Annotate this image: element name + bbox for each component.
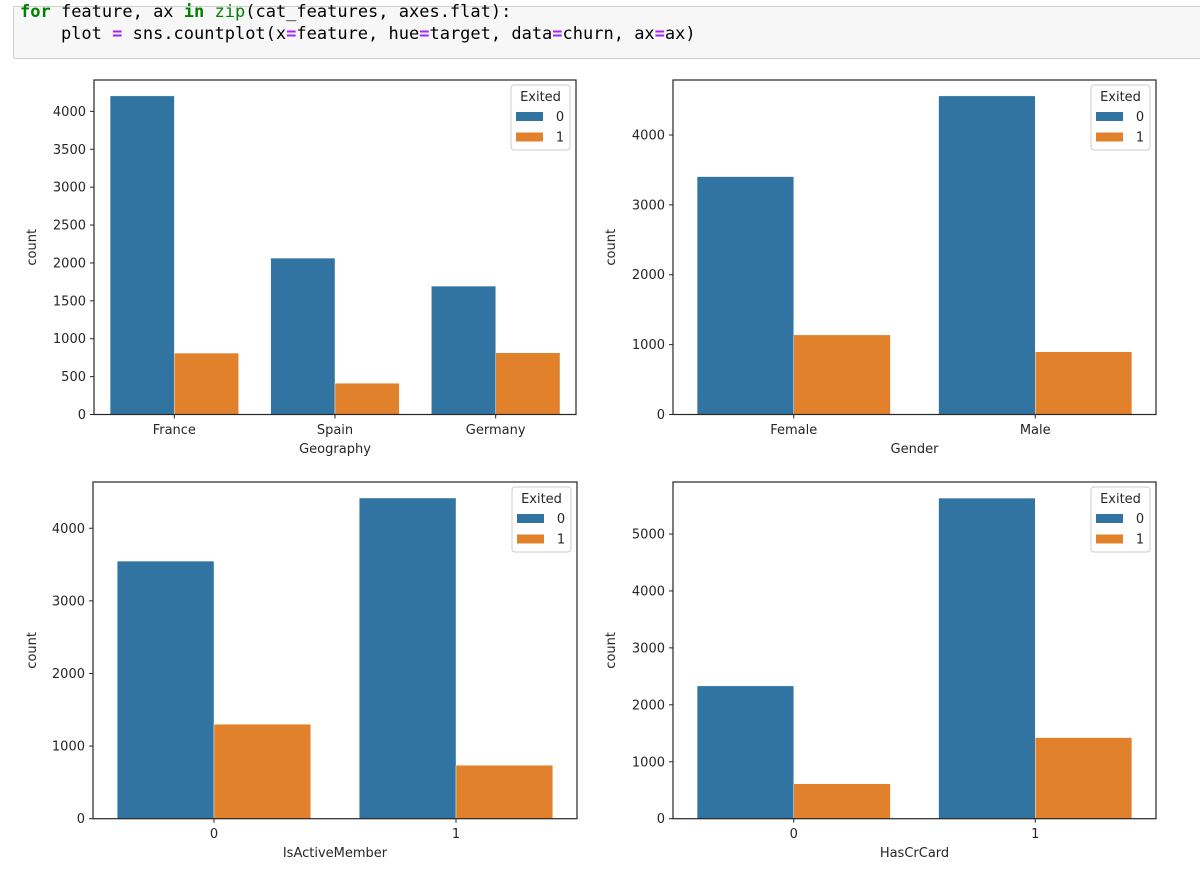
y-tick-label: 3000	[53, 181, 86, 196]
y-tick-label: 0	[657, 812, 665, 827]
bar-1-exited-0	[359, 497, 457, 819]
x-tick-label: Germany	[466, 423, 526, 438]
bar-male-exited-0	[938, 95, 1036, 415]
bar-0-exited-0	[116, 560, 215, 819]
y-tick-label: 4000	[52, 522, 85, 537]
legend-label-0: 0	[1136, 512, 1144, 527]
axes-geography: France Spain Germany 0 500 1000 1500 2000 2500 30…	[25, 79, 577, 457]
y-tick-label: 1000	[632, 338, 665, 353]
bar-0-exited-0	[696, 685, 794, 819]
bar-0-exited-1	[213, 724, 312, 819]
bar-germany-exited-0	[431, 285, 496, 415]
legend-label-1: 1	[557, 533, 565, 548]
legend-swatch-1	[1096, 132, 1123, 142]
axes-isactivemember: 0 1 0 1000 2000 3000 4000 IsActiveMember count Ex…	[25, 481, 578, 861]
x-tick-label: 0	[210, 827, 218, 842]
y-tick-label: 3000	[632, 641, 665, 656]
y-tick-label: 4000	[632, 128, 665, 143]
y-tick-label: 3000	[632, 198, 665, 213]
axes-hascrcard: 0 1 0 1000 2000 3000 4000 5000 HasCrCard count Exi…	[604, 481, 1157, 861]
legend-label-0: 0	[556, 110, 564, 125]
legend-swatch-0	[517, 514, 544, 523]
bar-female-exited-1	[793, 334, 891, 415]
y-tick-label: 2500	[53, 219, 86, 234]
bar-france-exited-0	[109, 95, 175, 415]
y-tick-label: 3000	[52, 594, 85, 609]
y-tick-label: 1500	[53, 294, 86, 309]
bar-france-exited-1	[174, 352, 239, 415]
legend-swatch-0	[516, 112, 543, 121]
y-tick-label: 4000	[632, 584, 665, 599]
legend: Exited 0 1	[1090, 84, 1151, 151]
bar-1-exited-0	[938, 497, 1036, 819]
legend-label-0: 0	[1136, 110, 1144, 125]
y-tick-label: 0	[77, 812, 85, 827]
legend-swatch-0	[1096, 514, 1123, 523]
x-tick-label: Male	[1020, 423, 1051, 438]
x-tick-label: 0	[790, 827, 798, 842]
legend: Exited 0 1	[510, 84, 571, 151]
legend-label-1: 1	[556, 131, 564, 146]
y-tick-label: 2000	[632, 698, 665, 713]
x-axis-label: Geography	[299, 442, 371, 457]
bar-1-exited-1	[1035, 737, 1133, 819]
countplot-figure: France Spain Germany0500100015002000250030…	[25, 79, 1157, 861]
y-tick-label: 0	[657, 408, 665, 423]
x-tick-label: 1	[452, 827, 460, 842]
y-tick-label: 5000	[632, 527, 665, 542]
x-axis-label: HasCrCard	[880, 846, 949, 861]
y-tick-label: 2000	[52, 667, 85, 682]
y-tick-label: 2000	[632, 268, 665, 283]
bar-spain-exited-0	[270, 257, 336, 415]
bar-female-exited-0	[696, 176, 794, 415]
y-tick-label: 0	[78, 408, 86, 423]
bar-male-exited-1	[1035, 351, 1133, 415]
legend-title: Exited	[1100, 492, 1141, 507]
legend-label-1: 1	[1136, 533, 1144, 548]
x-axis-label: Gender	[891, 442, 940, 457]
legend-title: Exited	[1100, 90, 1141, 105]
x-tick-label: Spain	[317, 423, 353, 438]
x-tick-label: Female	[770, 423, 817, 438]
legend-swatch-1	[516, 132, 543, 142]
y-tick-label: 2000	[53, 256, 86, 271]
legend-swatch-0	[1096, 112, 1123, 121]
legend-label-0: 0	[557, 512, 565, 527]
legend: Exited 0 1	[1090, 486, 1151, 553]
x-axis-label: IsActiveMember	[283, 846, 388, 861]
y-tick-label: 1000	[632, 755, 665, 770]
y-axis-label: count	[25, 632, 40, 669]
y-axis-label: count	[604, 229, 619, 266]
y-tick-label: 500	[61, 370, 86, 385]
legend: Exited 0 1	[511, 486, 572, 553]
y-tick-label: 3500	[53, 143, 86, 158]
bar-0-exited-1	[793, 783, 891, 819]
y-axis-label: count	[25, 229, 40, 266]
bar-germany-exited-1	[495, 352, 561, 415]
bar-1-exited-1	[455, 765, 554, 819]
y-axis-label: count	[604, 632, 619, 669]
y-tick-label: 1000	[53, 332, 86, 347]
legend-swatch-1	[1096, 534, 1123, 544]
legend-title: Exited	[520, 90, 561, 105]
y-tick-label: 4000	[53, 105, 86, 120]
x-tick-label: 1	[1031, 827, 1039, 842]
y-tick-label: 1000	[52, 740, 85, 755]
legend-swatch-1	[517, 534, 544, 544]
axes-gender: Female Male 0 1000 2000 3000 4000 Gender count Ex…	[604, 79, 1157, 457]
legend-label-1: 1	[1136, 131, 1144, 146]
bar-spain-exited-1	[334, 383, 400, 415]
legend-title: Exited	[521, 492, 562, 507]
x-tick-label: France	[153, 423, 196, 438]
